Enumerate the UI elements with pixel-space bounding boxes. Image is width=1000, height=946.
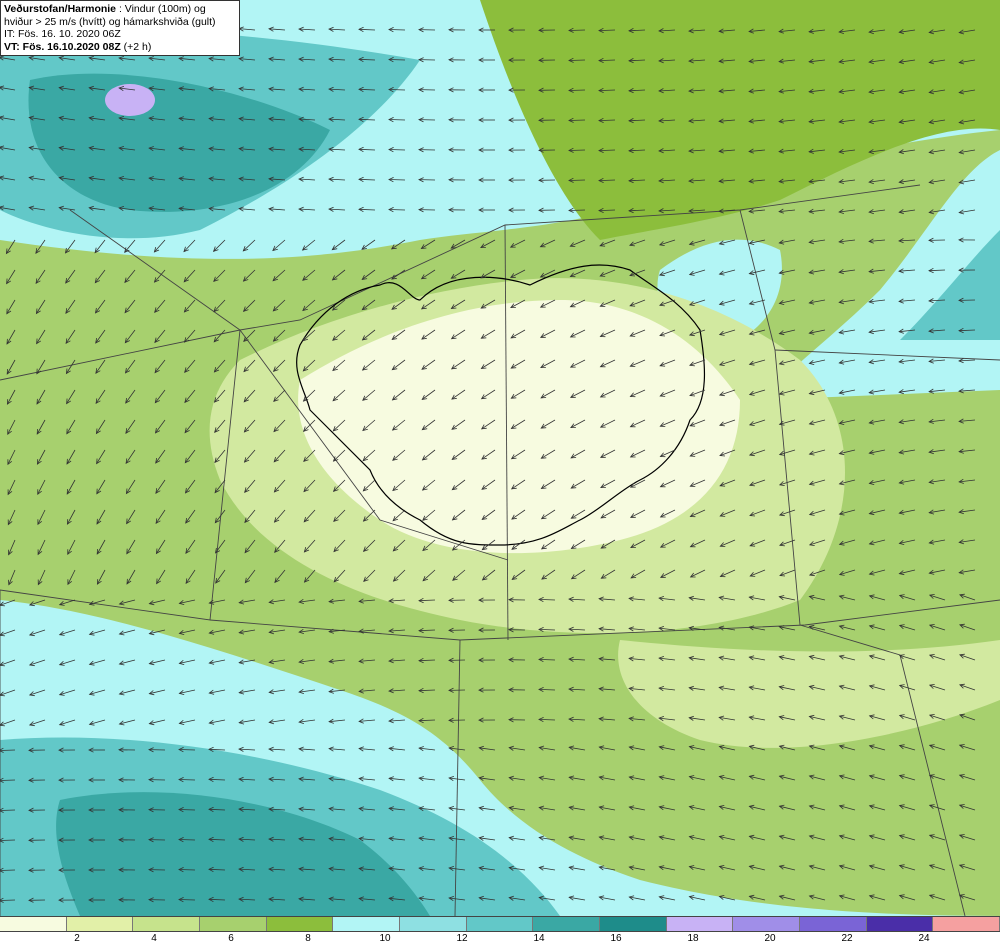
legend-swatch [200,917,267,931]
legend-swatch [466,917,534,931]
legend-tick: 6 [228,933,234,944]
wind-arrow [178,839,196,841]
wind-arrow [0,809,16,811]
wind-arrow [178,809,196,811]
wind-arrow [178,869,196,871]
legend-swatch [0,917,67,931]
forecast-offset: (+2 h) [123,40,152,53]
legend-swatch [266,917,334,931]
wind-arrow [388,149,406,151]
wind-arrow [0,869,16,871]
wind-arrow [568,209,586,211]
legend-swatch [133,917,201,931]
legend-tick: 14 [533,933,545,944]
legend-swatch [666,917,734,931]
wind-arrow [0,779,16,781]
wind-map [0,0,1000,916]
valid-time: VT: Fös. 16.10.2020 08Z [4,40,121,53]
legend-tick: 18 [687,933,699,944]
legend-swatch [866,917,934,931]
wind-arrow [0,839,16,841]
wind-arrow [568,119,586,121]
legend-swatch [66,917,134,931]
map-header: Veðurstofan/Harmonie : Vindur (100m) og … [0,0,240,56]
legend-tick: 16 [610,933,622,944]
description-line-1: : Vindur (100m) og [118,3,206,15]
wind-arrow [568,89,586,91]
legend-tick: 20 [764,933,776,944]
legend-swatch [333,917,401,931]
legend-tick: 2 [74,933,80,944]
legend-swatch [800,917,867,931]
wind-arrow [0,749,16,751]
wind-arrow [178,899,196,901]
color-legend: 2 4 6 8 10 12 14 16 18 20 22 24 [0,916,1000,946]
wind-arrow [568,149,586,151]
wind-arrow [388,89,406,91]
wind-arrow [568,59,586,61]
source-title: Veðurstofan/Harmonie [4,3,117,15]
legend-tick: 4 [151,933,157,944]
weather-map-stage: Veðurstofan/Harmonie : Vindur (100m) og … [0,0,1000,946]
wind-arrow [0,899,16,901]
legend-swatch [733,917,801,931]
legend-swatch [400,917,467,931]
legend-color-bar [0,916,1000,932]
legend-tick: 24 [918,933,930,944]
legend-swatch [533,917,601,931]
field-peak [105,84,155,116]
wind-arrow [388,119,406,121]
wind-arrow [178,779,196,781]
legend-tick: 10 [379,933,391,944]
wind-arrow [388,209,406,211]
wind-arrow [568,179,586,181]
legend-swatch [933,917,1000,931]
wind-arrow [388,179,406,181]
legend-tick: 8 [305,933,311,944]
legend-swatch [600,917,667,931]
wind-arrow [178,749,196,751]
wind-arrow [388,29,406,31]
legend-tick: 12 [456,933,468,944]
wind-arrow [388,59,406,61]
init-time: IT: Fös. 16. 10. 2020 06Z [4,28,121,41]
legend-tick: 22 [841,933,853,944]
description-line-2: hviður > 25 m/s (hvítt) og hámarkshviða … [4,15,216,28]
wind-arrow [568,29,586,31]
